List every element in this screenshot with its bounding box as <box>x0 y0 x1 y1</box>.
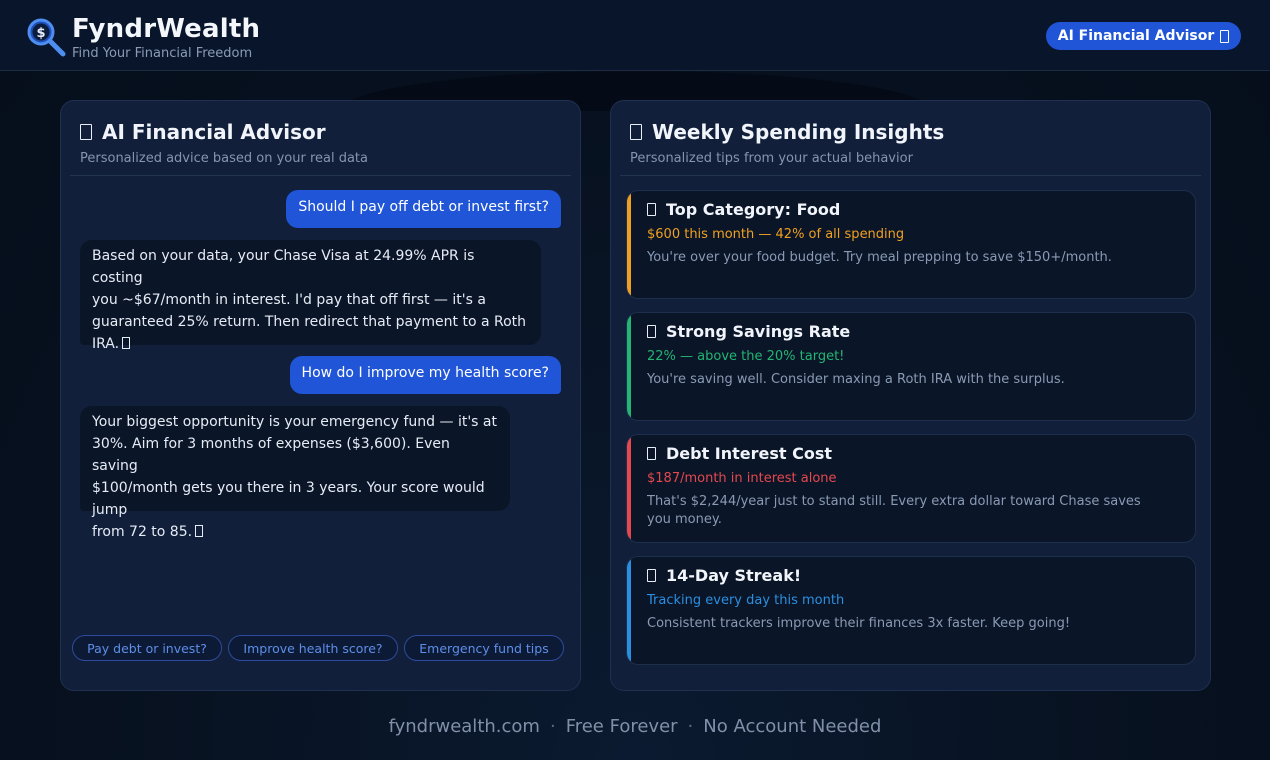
ai-message-line: $100/month gets you there in 3 years. Yo… <box>92 480 485 518</box>
ai-message-line: you ~$67/month in interest. I'd pay that… <box>92 292 486 308</box>
emoji-icon <box>195 525 204 537</box>
insight-stat: $600 this month — 42% of all spending <box>647 227 905 242</box>
insight-description: You're over your food budget. Try meal p… <box>647 250 1112 265</box>
page-footer: fyndrwealth.com · Free Forever · No Account … <box>0 716 1270 737</box>
insight-title-text: Top Category: Food <box>666 200 841 219</box>
food-icon <box>647 203 656 216</box>
insight-stat: 22% — above the 20% target! <box>647 349 845 364</box>
warning-icon <box>647 447 656 460</box>
svg-text:$: $ <box>36 26 45 41</box>
insight-card: Debt Interest Cost $187/month in interes… <box>626 434 1196 543</box>
insight-title: Strong Savings Rate <box>647 322 850 341</box>
insight-card: 14-Day Streak! Tracking every day this m… <box>626 556 1196 665</box>
insight-accent-bar <box>627 435 631 542</box>
ai-message-line: from 72 to 85. <box>92 524 193 540</box>
insight-accent-bar <box>627 313 631 420</box>
insight-accent-bar <box>627 557 631 664</box>
insight-title: 14-Day Streak! <box>647 566 801 585</box>
ai-message-line: IRA. <box>92 336 120 352</box>
advisor-chat-subtitle: Personalized advice based on your real d… <box>80 151 368 166</box>
footer-separator: · <box>687 716 694 737</box>
ai-advisor-button[interactable]: AI Financial Advisor <box>1046 22 1241 50</box>
robot-icon <box>1220 29 1230 43</box>
insight-title-text: 14-Day Streak! <box>666 566 802 585</box>
ai-message-line: Your biggest opportunity is your emergen… <box>92 414 497 430</box>
ai-message: Your biggest opportunity is your emergen… <box>80 406 510 540</box>
user-message: How do I improve my health score? <box>289 356 561 394</box>
footer-free: Free Forever <box>565 716 678 737</box>
insights-subtitle: Personalized tips from your actual behav… <box>630 151 913 166</box>
user-message: Should I pay off debt or invest first? <box>286 190 561 228</box>
suggestion-chip-health-score[interactable]: Improve health score? <box>228 635 398 661</box>
spending-insights-panel: Weekly Spending Insights Personalized ti… <box>610 100 1211 691</box>
insight-stat: Tracking every day this month <box>647 593 845 608</box>
insight-card: Strong Savings Rate 22% — above the 20% … <box>626 312 1196 421</box>
insight-accent-bar <box>627 191 631 298</box>
brand-name: FyndrWealth <box>72 14 261 44</box>
divider <box>70 175 571 176</box>
advisor-chat-title: AI Financial Advisor <box>80 120 326 144</box>
ai-advisor-button-label: AI Financial Advisor <box>1057 28 1215 44</box>
insight-title: Top Category: Food <box>647 200 840 219</box>
ai-message: Based on your data, your Chase Visa at 2… <box>80 240 541 352</box>
insight-stat: $187/month in interest alone <box>647 471 837 486</box>
insight-title: Debt Interest Cost <box>647 444 832 463</box>
advisor-chat-panel: AI Financial Advisor Personalized advice… <box>60 100 581 691</box>
dollar-magnifier-icon: $ <box>27 18 66 57</box>
app-header: $ FyndrWealth Find Your Financial Freedo… <box>0 0 1270 71</box>
divider <box>620 175 1201 176</box>
savings-icon <box>647 325 656 338</box>
user-message-text: How do I improve my health score? <box>301 365 549 381</box>
insight-title-text: Debt Interest Cost <box>666 444 833 463</box>
ai-message-line: 30%. Aim for 3 months of expenses ($3,60… <box>92 436 450 474</box>
insight-title-text: Strong Savings Rate <box>666 322 851 341</box>
fire-icon <box>647 569 656 582</box>
chart-icon <box>630 124 642 140</box>
insights-title-text: Weekly Spending Insights <box>652 120 945 144</box>
footer-no-account: No Account Needed <box>703 716 882 737</box>
brand-tagline: Find Your Financial Freedom <box>72 46 253 61</box>
ai-message-line: guaranteed 25% return. Then redirect tha… <box>92 314 527 330</box>
footer-site-link[interactable]: fyndrwealth.com <box>389 716 540 737</box>
insight-description: Consistent trackers improve their financ… <box>647 616 1071 631</box>
emoji-icon <box>122 337 131 349</box>
insight-card: Top Category: Food $600 this month — 42%… <box>626 190 1196 299</box>
user-message-text: Should I pay off debt or invest first? <box>298 199 549 215</box>
robot-icon <box>80 124 92 140</box>
insights-title: Weekly Spending Insights <box>630 120 944 144</box>
insight-description: You're saving well. Consider maxing a Ro… <box>647 372 1065 387</box>
suggestion-chip-emergency-fund[interactable]: Emergency fund tips <box>404 635 564 661</box>
footer-separator: · <box>549 716 556 737</box>
ai-message-line: Based on your data, your Chase Visa at 2… <box>92 248 475 286</box>
suggestion-chip-pay-debt[interactable]: Pay debt or invest? <box>72 635 222 661</box>
advisor-chat-title-text: AI Financial Advisor <box>102 120 326 144</box>
insight-description: That's $2,244/year just to stand still. … <box>647 494 1141 527</box>
